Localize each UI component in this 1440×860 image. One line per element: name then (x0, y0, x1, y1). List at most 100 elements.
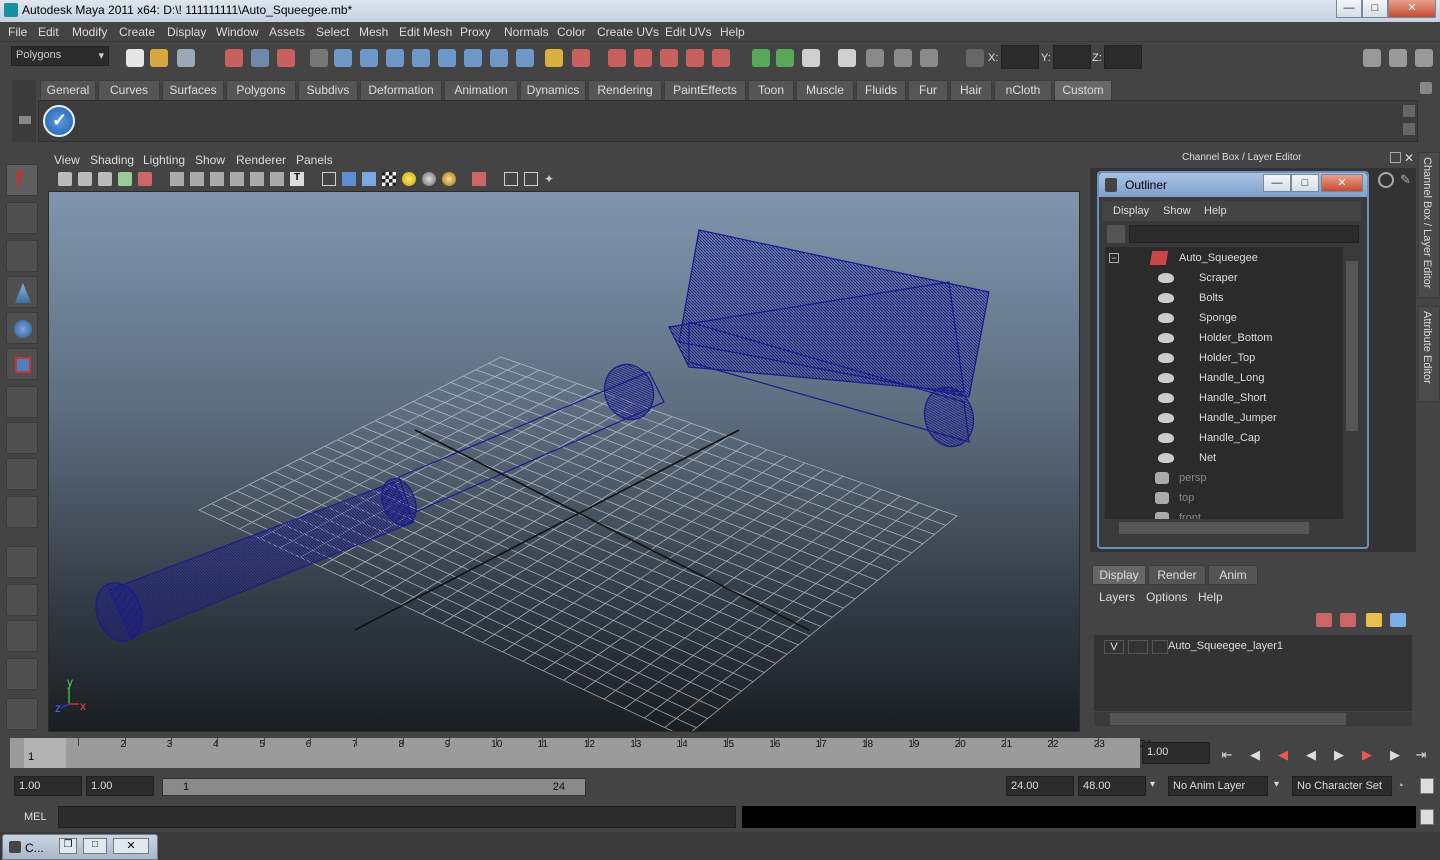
menu-normals[interactable]: Normals (504, 25, 549, 39)
menu-edit-mesh[interactable]: Edit Mesh (399, 25, 452, 39)
anim-layer-dropdown[interactable]: No Anim Layer (1168, 776, 1268, 796)
layer-color-swatch[interactable] (1152, 640, 1168, 654)
layer-row[interactable]: V Auto_Squeegee_layer1 (1100, 637, 1400, 655)
persp-outliner-layout-icon[interactable] (6, 620, 38, 652)
tab-ncloth[interactable]: nCloth (994, 80, 1052, 100)
outliner-item-persp[interactable]: persp (1105, 469, 1343, 489)
menu-help[interactable]: Help (720, 25, 745, 39)
snap-view-plane-icon[interactable] (686, 49, 704, 67)
shelf-scroll-up-icon[interactable] (1403, 105, 1415, 117)
shelf-options-strip[interactable] (12, 80, 36, 142)
time-slider[interactable]: 23456789101112131415161718192021222324 1 (10, 738, 1151, 768)
pick-misc-icon[interactable] (516, 49, 534, 67)
chevron-down-icon[interactable]: ▾ (1274, 779, 1279, 790)
scale-tool-icon[interactable] (6, 348, 38, 380)
bookmarks-icon[interactable] (98, 172, 112, 186)
render-view-icon[interactable] (838, 49, 856, 67)
menu-edit-uvs[interactable]: Edit UVs (665, 25, 712, 39)
play-forwards-icon[interactable]: ▶ (1330, 746, 1348, 764)
outliner-item-handle-long[interactable]: Handle_Long (1105, 369, 1343, 389)
single-perspective-layout-icon[interactable] (6, 546, 38, 578)
panel-menu-show[interactable]: Show (195, 153, 225, 167)
use-all-lights-icon[interactable] (422, 172, 436, 186)
step-back-frame-icon[interactable]: ◀ (1246, 746, 1264, 764)
use-default-lighting-icon[interactable] (402, 172, 416, 186)
show-tool-settings-icon[interactable] (1389, 49, 1407, 67)
tab-dynamics[interactable]: Dynamics (520, 80, 586, 100)
scrollbar-thumb[interactable] (1119, 522, 1309, 534)
scrollbar-thumb[interactable] (1346, 261, 1358, 431)
z-field[interactable] (1104, 45, 1142, 69)
menu-mesh[interactable]: Mesh (359, 25, 388, 39)
last-tool-slot[interactable] (6, 496, 38, 528)
shelf-scroll-down-icon[interactable] (1403, 123, 1415, 135)
panel-menu-view[interactable]: View (54, 153, 80, 167)
outliner-root-item[interactable]: − Auto_Squeegee (1105, 249, 1343, 269)
playback-start-field[interactable]: 1.00 (86, 776, 154, 796)
pencil-icon[interactable]: ✎ (1400, 172, 1414, 187)
snap-point-icon[interactable] (660, 49, 678, 67)
transform-mode-icon[interactable] (966, 49, 984, 67)
outliner-title-bar[interactable]: Outliner — □ ✕ (1099, 173, 1367, 197)
end-time-field[interactable]: 48.00 (1078, 776, 1146, 796)
pick-joints-icon[interactable] (360, 49, 378, 67)
panel-menu-panels[interactable]: Panels (296, 153, 333, 167)
menu-modify[interactable]: Modify (72, 25, 107, 39)
manipulator-icon[interactable] (1378, 172, 1394, 188)
save-scene-icon[interactable] (177, 49, 195, 67)
lock-selection-icon[interactable] (545, 49, 563, 67)
film-gate-icon[interactable] (190, 172, 204, 186)
layer-menu-help[interactable]: Help (1198, 590, 1223, 604)
hypershade-icon[interactable] (920, 49, 938, 67)
panel-menu-lighting[interactable]: Lighting (143, 153, 185, 167)
menu-color[interactable]: Color (557, 25, 586, 39)
panel-menu-shading[interactable]: Shading (90, 153, 134, 167)
pick-surfaces-icon[interactable] (412, 49, 430, 67)
paint-select-tool-icon[interactable] (6, 240, 38, 272)
perspective-viewport[interactable]: y x z (48, 191, 1080, 732)
x-field[interactable] (1001, 45, 1039, 69)
input-output-icon[interactable] (752, 49, 770, 67)
menu-select[interactable]: Select (316, 25, 349, 39)
close-panel-icon[interactable]: ✕ (1404, 151, 1414, 165)
filter-icon[interactable] (310, 49, 328, 67)
snap-grid-icon[interactable] (608, 49, 626, 67)
playback-end-field[interactable]: 24.00 (1006, 776, 1074, 796)
outliner-window[interactable]: Outliner — □ ✕ Display Show Help − Auto_… (1097, 171, 1369, 549)
tab-fur[interactable]: Fur (908, 80, 948, 100)
animation-preferences-icon[interactable] (1420, 778, 1434, 794)
tab-animation[interactable]: Animation (444, 80, 518, 100)
outliner-vertical-scrollbar[interactable] (1345, 247, 1359, 519)
pick-dynamics-icon[interactable] (464, 49, 482, 67)
outliner-item-bolts[interactable]: Bolts (1105, 289, 1343, 309)
outliner-item-handle-cap[interactable]: Handle_Cap (1105, 429, 1343, 449)
render-current-icon[interactable] (802, 49, 820, 67)
layer-visibility-toggle[interactable]: V (1104, 640, 1124, 654)
pick-handles-icon[interactable] (334, 49, 352, 67)
move-layer-up-icon[interactable] (1316, 613, 1332, 627)
tab-rendering[interactable]: Rendering (588, 80, 662, 100)
go-to-start-icon[interactable]: ⇤ (1218, 746, 1236, 764)
key-icon[interactable]: ◔ (1397, 780, 1413, 792)
layer-type-toggle[interactable] (1128, 640, 1148, 654)
layer-menu-layers[interactable]: Layers (1099, 590, 1135, 604)
outliner-menu-show[interactable]: Show (1163, 205, 1191, 217)
menu-file[interactable]: File (8, 25, 27, 39)
minimized-window[interactable]: C... ❐ □ ✕ (2, 834, 158, 860)
outliner-item-scraper[interactable]: Scraper (1105, 269, 1343, 289)
rotate-tool-icon[interactable] (6, 312, 38, 344)
layer-tab-display[interactable]: Display (1092, 565, 1146, 585)
wireframe-icon[interactable] (322, 172, 336, 186)
y-field[interactable] (1053, 45, 1091, 69)
script-editor-icon[interactable] (1420, 809, 1434, 825)
two-d-pan-zoom-icon[interactable] (138, 172, 152, 186)
maximize-icon[interactable]: □ (1362, 0, 1388, 18)
outliner-close-icon[interactable]: ✕ (1321, 174, 1363, 192)
ipr-render-icon[interactable] (866, 49, 884, 67)
play-backwards-icon[interactable]: ◀ (1302, 746, 1320, 764)
outliner-item-top[interactable]: top (1105, 489, 1343, 509)
new-scene-icon[interactable] (126, 49, 144, 67)
share-icon[interactable]: ✦ (544, 172, 558, 186)
step-back-key-icon[interactable]: ◀ (1274, 746, 1292, 764)
outliner-search-input[interactable] (1129, 225, 1359, 243)
